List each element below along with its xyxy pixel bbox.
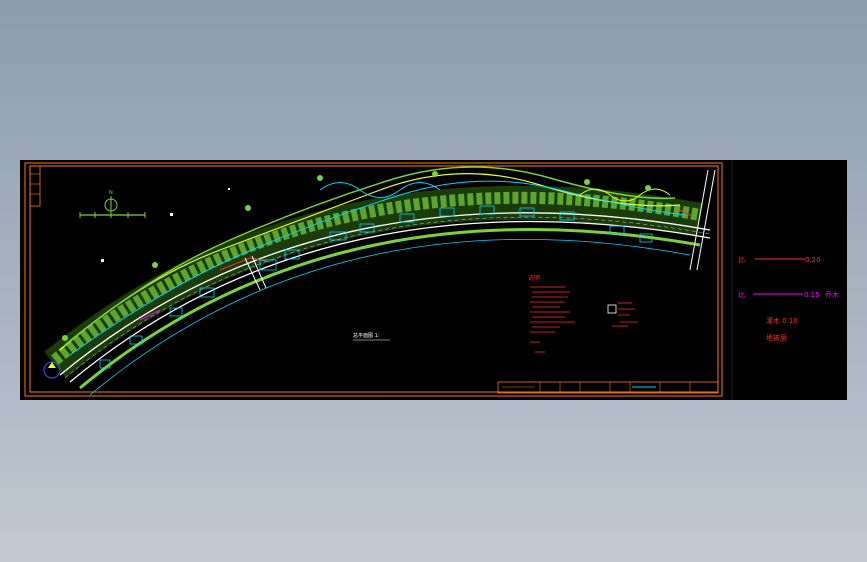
left-title-strip [29,165,41,207]
title-block [497,381,719,394]
legend-line3: 灌木 0.10 [766,316,798,325]
svg-text:N: N [109,190,113,196]
line-weight-legend: 比 0.20 比 0.15 乔木 灌木 0.10 地被层 [738,255,839,342]
svg-text:说明: 说明 [528,274,540,282]
legend-line1-prefix: 比 [738,255,745,264]
legend-line1-value: 0.20 [805,256,821,264]
small-symbol-legend [607,302,638,327]
site-plan [43,166,716,396]
legend-line2-prefix: 比 [738,290,745,299]
plan-title: 总平面图 1: [353,332,380,339]
legend-line2-value: 0.15 [804,291,820,299]
notes-block: 说明 [528,274,575,353]
legend-line2-suffix: 乔木 [825,290,839,299]
legend-line4: 地被层 [766,333,787,342]
cad-drawing-canvas: N 总平面图 1: 说明 比 0.20 比 0.15 乔木 灌木 0.10 地被… [20,160,847,400]
scale-bar [79,212,146,218]
